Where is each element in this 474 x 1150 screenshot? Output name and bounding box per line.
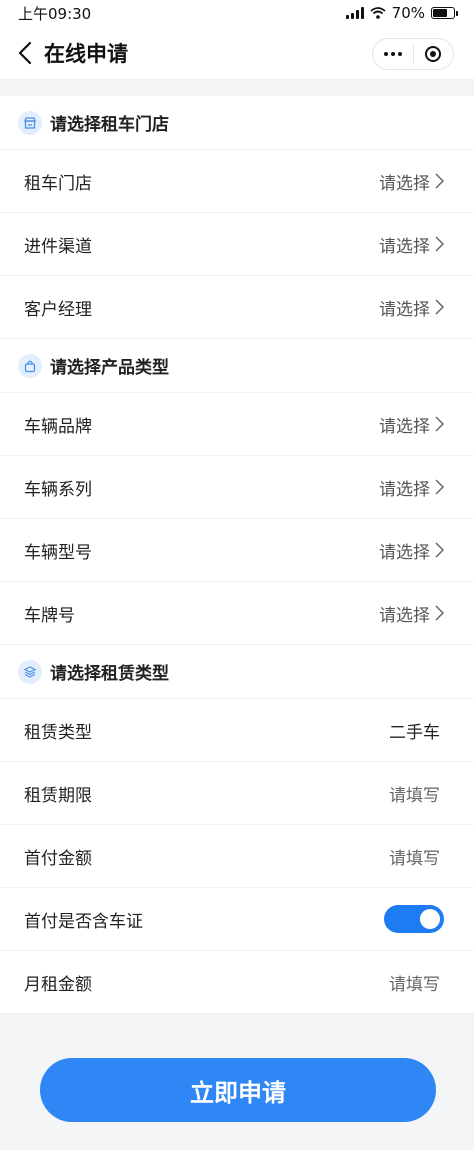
section-title: 请选择产品类型 xyxy=(50,358,169,378)
miniapp-capsule xyxy=(372,38,454,70)
more-button[interactable] xyxy=(373,39,413,69)
row-license-plate[interactable]: 车牌号 请选择 xyxy=(0,582,474,645)
row-label: 进件渠道 xyxy=(24,236,92,257)
status-time: 上午09:30 xyxy=(18,4,92,23)
row-label: 车辆品牌 xyxy=(24,416,92,437)
row-value: 请选择 xyxy=(379,605,430,626)
row-label: 车辆系列 xyxy=(24,479,92,500)
store-icon xyxy=(18,110,42,135)
row-vehicle-series[interactable]: 车辆系列 请选择 xyxy=(0,456,474,519)
chevron-right-icon xyxy=(435,416,444,432)
row-rental-store[interactable]: 租车门店 请选择 xyxy=(0,150,474,213)
row-account-manager[interactable]: 客户经理 请选择 xyxy=(0,276,474,339)
row-label: 租赁类型 xyxy=(24,722,92,743)
row-label: 月租金额 xyxy=(24,974,92,995)
down-payment-input[interactable]: 请填写 xyxy=(389,844,440,869)
row-label: 租车门店 xyxy=(24,173,92,194)
target-icon xyxy=(425,46,442,62)
lease-term-input[interactable]: 请填写 xyxy=(389,781,440,806)
chevron-right-icon xyxy=(435,605,444,621)
chevron-right-icon xyxy=(435,479,444,495)
row-vehicle-model[interactable]: 车辆型号 请选择 xyxy=(0,519,474,582)
section-header-store: 请选择租车门店 xyxy=(0,96,474,150)
row-lease-type[interactable]: 租赁类型 二手车 xyxy=(0,699,474,762)
bag-icon xyxy=(18,353,42,378)
chevron-right-icon xyxy=(435,236,444,252)
row-include-license: 首付是否含车证 xyxy=(0,888,474,951)
row-value: 请选择 xyxy=(379,299,430,320)
nav-bar: 在线申请 xyxy=(0,26,474,80)
back-icon[interactable] xyxy=(14,38,36,68)
chevron-right-icon xyxy=(435,299,444,315)
page-title: 在线申请 xyxy=(44,41,128,66)
section-header-product: 请选择产品类型 xyxy=(0,339,474,393)
battery-icon xyxy=(431,7,458,19)
row-value: 请选择 xyxy=(379,236,430,257)
chevron-right-icon xyxy=(435,173,444,189)
layers-icon xyxy=(18,659,42,684)
row-value: 请选择 xyxy=(379,479,430,500)
section-title: 请选择租车门店 xyxy=(50,115,169,135)
more-dots-icon xyxy=(383,52,402,56)
row-value: 请选择 xyxy=(379,173,430,194)
status-icons: 70% xyxy=(345,4,458,22)
row-label: 客户经理 xyxy=(24,299,92,320)
signal-icon xyxy=(345,7,364,19)
row-value: 请选择 xyxy=(379,542,430,563)
row-label: 车牌号 xyxy=(24,605,75,626)
row-channel[interactable]: 进件渠道 请选择 xyxy=(0,213,474,276)
row-lease-term[interactable]: 租赁期限 请填写 xyxy=(0,762,474,825)
apply-now-button[interactable]: 立即申请 xyxy=(40,1058,436,1122)
row-value: 请选择 xyxy=(379,416,430,437)
battery-percent: 70% xyxy=(391,4,425,22)
status-bar: 上午09:30 70% xyxy=(0,0,474,26)
section-title: 请选择租赁类型 xyxy=(50,664,169,684)
wifi-icon xyxy=(370,7,386,19)
monthly-rent-input[interactable]: 请填写 xyxy=(389,970,440,995)
include-license-toggle[interactable] xyxy=(384,905,444,933)
row-monthly-rent[interactable]: 月租金额 请填写 xyxy=(0,951,474,1014)
form-content: 请选择租车门店 租车门店 请选择 进件渠道 请选择 客户经理 请选择 请选择产品… xyxy=(0,96,474,1014)
row-down-payment[interactable]: 首付金额 请填写 xyxy=(0,825,474,888)
row-label: 车辆型号 xyxy=(24,542,92,563)
row-value: 二手车 xyxy=(389,722,440,743)
close-miniapp-button[interactable] xyxy=(414,39,454,69)
chevron-right-icon xyxy=(435,542,444,558)
row-label: 首付金额 xyxy=(24,848,92,869)
section-header-lease: 请选择租赁类型 xyxy=(0,645,474,699)
row-label: 租赁期限 xyxy=(24,785,92,806)
row-vehicle-brand[interactable]: 车辆品牌 请选择 xyxy=(0,393,474,456)
row-label: 首付是否含车证 xyxy=(24,911,143,932)
